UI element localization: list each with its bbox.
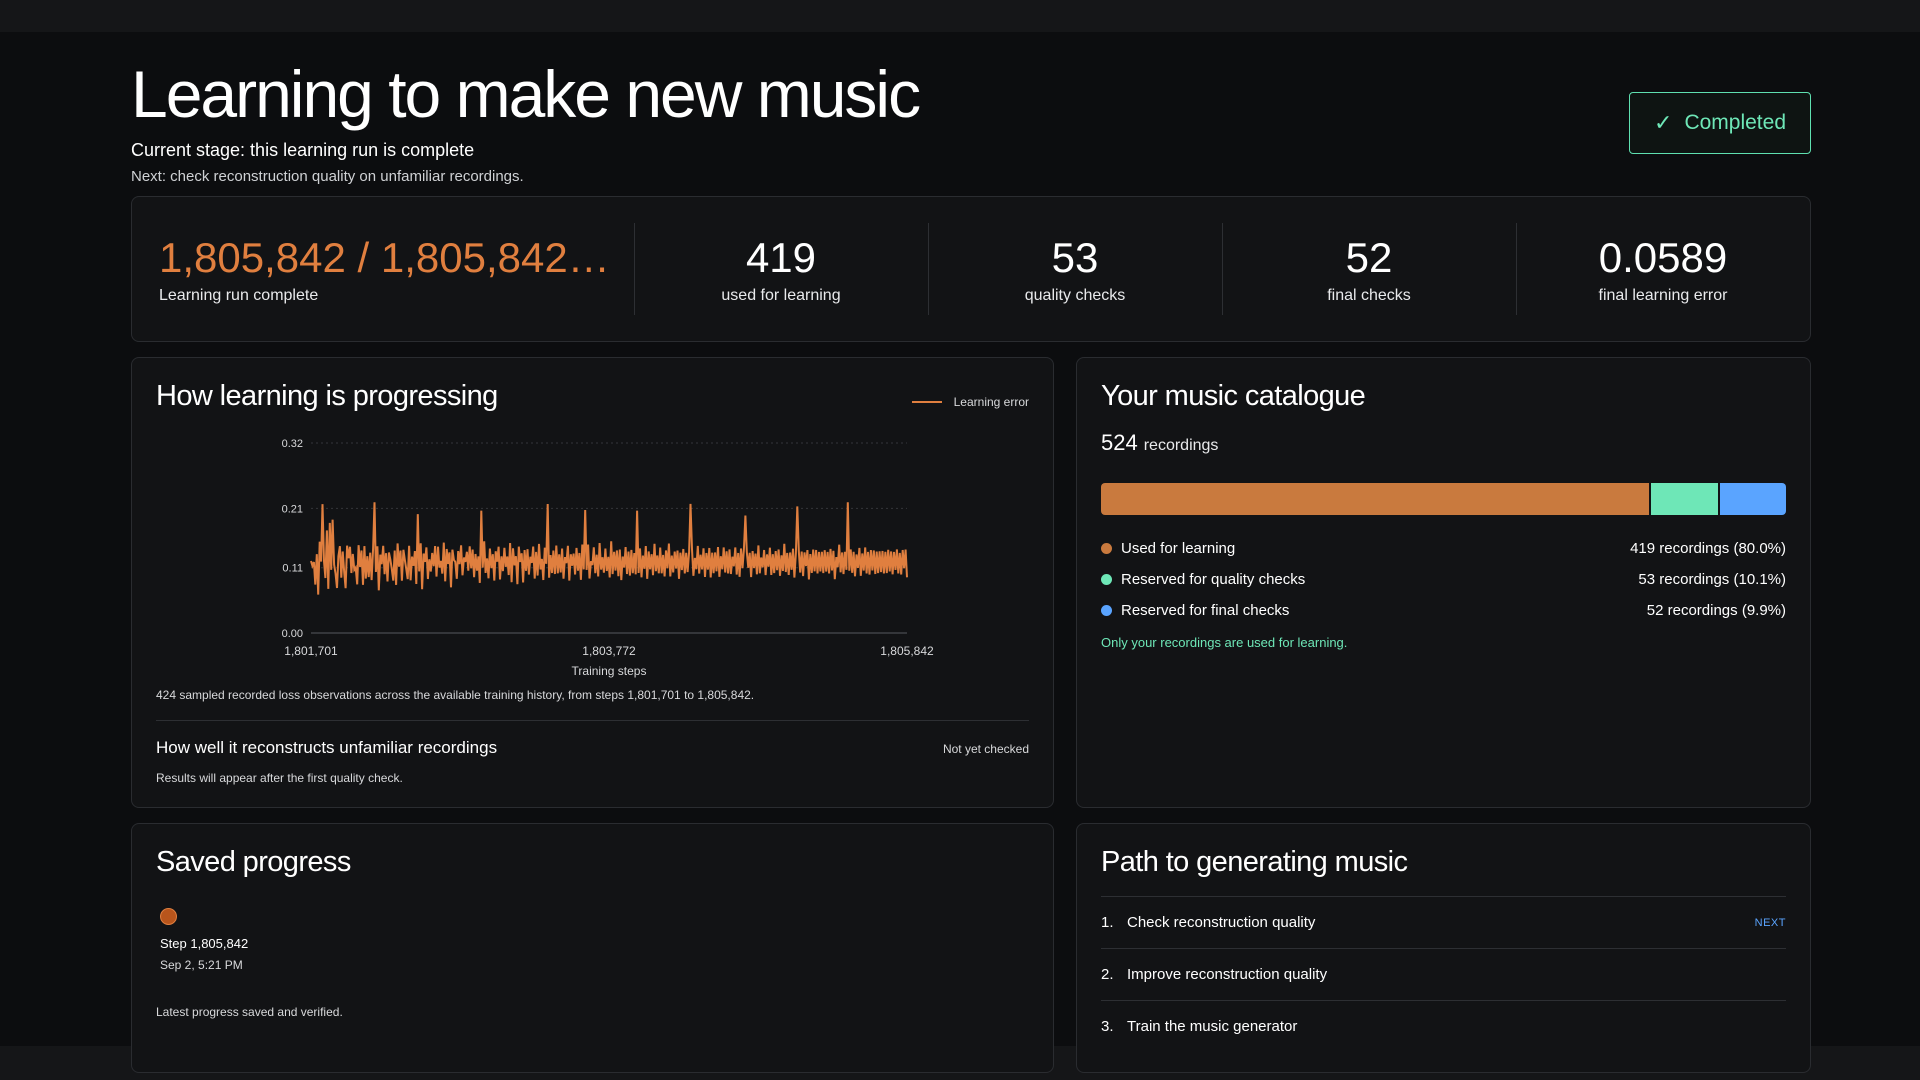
catalogue-legend-row: Used for learning 419 recordings (80.0%) (1101, 533, 1786, 564)
x-tick-label: 1,805,842 (880, 644, 934, 658)
split-bar-segment (1101, 483, 1649, 515)
path-panel: Path to generating music 1. Check reconst… (1076, 823, 1811, 1073)
recordings-count: 524 recordings (1101, 430, 1218, 456)
page-header: Learning to make new music Current stage… (131, 56, 1811, 186)
catalogue-note: Only your recordings are used for learni… (1101, 635, 1348, 650)
checkpoint-step: Step 1,805,842 (160, 936, 249, 951)
music-catalogue-panel: Your music catalogue 524 recordings Used… (1076, 357, 1811, 808)
reconstruction-title: How well it reconstructs unfamiliar reco… (156, 738, 498, 757)
path-step[interactable]: 3. Train the music generator (1101, 1000, 1786, 1052)
path-step[interactable]: 2. Improve reconstruction quality (1101, 948, 1786, 1000)
stat-quality-checks: 53 quality checks (928, 197, 1222, 341)
path-steps: 1. Check reconstruction quality NEXT 2. Impr… (1101, 896, 1786, 1052)
legend-swatch (911, 401, 942, 403)
catalogue-legend-value: 53 recordings (10.1%) (1638, 571, 1786, 588)
reconstruction-status: Not yet checked (942, 742, 1029, 756)
reconstruction-subtext: Results will appear after the first qual… (156, 771, 403, 785)
current-stage: Current stage: this learning run is comp… (131, 140, 475, 160)
legend-dot-icon (1101, 605, 1112, 616)
path-step-number: 3. (1101, 1018, 1114, 1035)
x-axis-label: Training steps (572, 664, 647, 678)
progress-title: How learning is progressing (156, 380, 498, 412)
legend-label: Learning error (953, 395, 1029, 409)
checkpoint-marker[interactable] (160, 908, 177, 925)
y-tick-label: 0.11 (282, 563, 303, 575)
run-progress-value: 1,805,842 / 1,805,842… (159, 234, 610, 281)
status-label: Completed (1684, 111, 1786, 134)
error-value: 0.0589 (1598, 234, 1728, 281)
loss-chart: 0.32 0.21 0.11 0.00 1,801,701 1,803,772 1,805,… (282, 438, 934, 678)
used-value: 419 (745, 234, 817, 281)
y-tick-label: 0.00 (282, 628, 303, 640)
split-bar-segment (1718, 483, 1786, 515)
catalogue-legend-row: Reserved for quality checks 53 recordings… (1101, 564, 1786, 595)
catalogue-legend-value: 52 recordings (9.9%) (1646, 602, 1786, 619)
y-tick-label: 0.21 (282, 503, 303, 515)
chart-legend: Learning error (911, 395, 1029, 409)
stats-panel: 1,805,842 / 1,805,842… Learning run comp… (131, 196, 1811, 342)
catalogue-legend-label: Used for learning (1121, 540, 1236, 557)
recordings-count-value: 524 (1101, 430, 1138, 455)
recordings-count-unit: recordings (1143, 437, 1219, 454)
page-title: Learning to make new music (131, 57, 921, 131)
catalogue-legend: Used for learning 419 recordings (80.0%) R… (1101, 533, 1786, 626)
path-step-label: Check reconstruction quality (1127, 914, 1316, 931)
stat-final-error: 0.0589 final learning error (1516, 197, 1810, 341)
next-badge: NEXT (1754, 916, 1786, 929)
final-value: 52 (1345, 234, 1393, 281)
section-divider (156, 720, 1029, 721)
chart-note: 424 sampled recorded loss observations a… (156, 688, 755, 702)
stat-final-checks: 52 final checks (1222, 197, 1516, 341)
quality-value: 53 (1051, 234, 1099, 281)
saved-progress-panel: Saved progress Step 1,805,842 Sep 2, 5:2… (131, 823, 1054, 1073)
path-step[interactable]: 1. Check reconstruction quality NEXT (1101, 896, 1786, 948)
catalogue-legend-row: Reserved for final checks 52 recordings (… (1101, 595, 1786, 626)
catalogue-legend-label: Reserved for quality checks (1121, 571, 1306, 588)
legend-dot-icon (1101, 543, 1112, 554)
error-label: final learning error (1598, 287, 1728, 304)
checkmark-icon: ✓ (1654, 110, 1673, 135)
completed-status-button[interactable]: ✓ Completed (1629, 92, 1811, 154)
split-bar-segment (1649, 483, 1719, 515)
quality-label: quality checks (1024, 287, 1126, 304)
path-step-number: 1. (1101, 914, 1114, 931)
path-title: Path to generating music (1101, 846, 1408, 878)
path-step-label: Train the music generator (1127, 1018, 1298, 1035)
learning-progress-panel: How learning is progressing Learning err… (131, 357, 1054, 808)
catalogue-legend-label: Reserved for final checks (1121, 602, 1290, 619)
stat-run-progress: 1,805,842 / 1,805,842… Learning run comp… (132, 197, 634, 341)
checkpoint-time: Sep 2, 5:21 PM (160, 958, 243, 972)
path-step-label: Improve reconstruction quality (1127, 966, 1328, 983)
saved-note: Latest progress saved and verified. (156, 1005, 343, 1019)
x-tick-label: 1,801,701 (284, 644, 338, 658)
series-line-learning-error (310, 502, 908, 595)
saved-title: Saved progress (156, 846, 351, 878)
next-step-hint: Next: check reconstruction quality on un… (131, 168, 524, 185)
catalogue-title: Your music catalogue (1101, 380, 1366, 412)
stat-used-for-learning: 419 used for learning (634, 197, 928, 341)
final-label: final checks (1327, 287, 1411, 304)
top-bar (0, 0, 1920, 32)
path-step-number: 2. (1101, 966, 1114, 983)
y-tick-label: 0.32 (282, 438, 303, 450)
legend-dot-icon (1101, 574, 1112, 585)
catalogue-split-bar (1101, 483, 1786, 515)
used-label: used for learning (721, 287, 841, 304)
catalogue-legend-value: 419 recordings (80.0%) (1630, 540, 1786, 557)
run-progress-label: Learning run complete (159, 287, 319, 304)
x-tick-label: 1,803,772 (582, 644, 636, 658)
